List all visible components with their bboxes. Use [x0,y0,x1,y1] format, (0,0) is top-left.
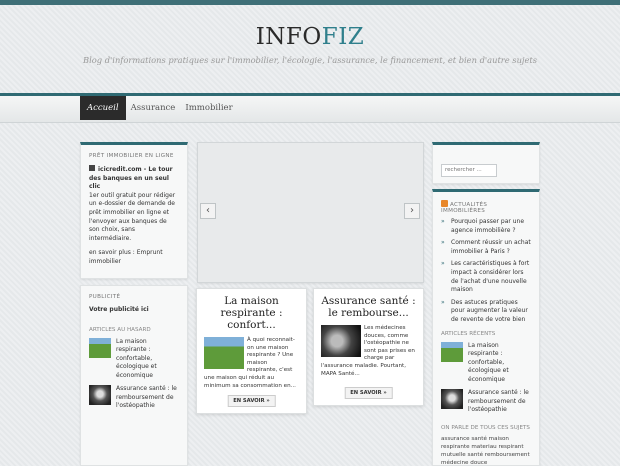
sidebar-left-lower: PUBLICITÉ Votre publicité ici ARTICLES A… [80,285,188,466]
post-image[interactable] [204,337,244,369]
post-excerpt: À quoi reconnait-on une maison respirant… [204,337,299,390]
news-item-text: Pourquoi passer par une agence immobiliè… [451,218,525,234]
news-item[interactable]: » Comment réussir un achat immobilier à P… [441,239,531,256]
article-thumbnail [89,385,111,406]
post-card: Assurance santé : le rembourse... Les mé… [313,288,424,406]
article-title: Assurance santé : le remboursement de l'… [116,385,177,410]
article-title: La maison respirante : confortable, écol… [468,341,509,383]
search-widget [432,142,540,184]
nav-item-accueil[interactable]: Accueil [80,96,126,120]
random-articles-title: ARTICLES AU HASARD [89,326,151,333]
article-thumbnail [441,341,463,362]
recent-articles-title: ARTICLES RÉCENTS [441,330,496,337]
top-accent-bar [0,0,620,5]
news-item[interactable]: » Pourquoi passer par une agence immobili… [441,218,531,235]
nav-item-assurance[interactable]: Assurance [126,96,181,120]
bullet-icon: » [441,239,445,247]
search-input[interactable] [441,163,497,177]
post-excerpt: Les médecines douces, comme l'ostéopathi… [321,325,416,378]
article-thumbnail [89,337,111,358]
random-article-1[interactable]: La maison respirante : confortable, écol… [89,337,179,381]
read-more-button[interactable]: EN SAVOIR » [344,387,393,399]
site-title[interactable]: INFOFIZ [0,24,620,50]
post-title[interactable]: Assurance santé : le rembourse... [321,295,416,319]
pret-description: 1er outil gratuit pour rédiger un e-doss… [89,191,176,242]
news-item-text: Comment réussir un achat immobilier à Pa… [451,239,531,255]
tag-cloud[interactable]: assurance santé maison respirante materi… [441,435,531,466]
post-title[interactable]: La maison respirante : confort... [204,295,299,331]
article-title: La maison respirante : confortable, écol… [116,337,157,379]
tag-cloud-title: ON PARLE DE TOUS CES SUJETS [441,424,530,431]
post-card: La maison respirante : confort... À quoi… [196,288,307,414]
featured-slider[interactable]: ‹ › [197,142,424,283]
site-title-accent: FIZ [321,24,365,50]
post-image[interactable] [321,325,361,357]
icicredit-icon [89,165,95,171]
main-nav: Accueil Assurance Immobilier [0,93,620,123]
site-title-main: INFO [255,24,322,50]
news-item[interactable]: » Des astuces pratiques pour augmenter la… [441,299,531,325]
news-item-text: Les caractéristiques à fort impact à con… [451,260,530,294]
random-article-2[interactable]: Assurance santé : le remboursement de l'… [89,385,179,411]
bullet-icon: » [441,218,445,225]
news-item[interactable]: » Les caractéristiques à fort impact à co… [441,260,531,294]
news-title: ACTUALITÉS IMMOBILIÈRES [441,200,531,214]
nav-item-immobilier[interactable]: Immobilier [180,96,237,120]
news-widget: ACTUALITÉS IMMOBILIÈRES » Pourquoi passer… [432,189,540,466]
article-thumbnail [441,389,463,410]
article-title: Assurance santé : le remboursement de l'… [468,389,529,414]
icicredit-link-text: icicredit.com - Le tour des banques en u… [89,166,173,191]
recent-article-2[interactable]: Assurance santé : le remboursement de l'… [441,389,531,415]
bullet-icon: » [441,260,445,268]
site-tagline: Blog d'informations pratiques sur l'immo… [83,55,537,65]
chevron-right-icon[interactable]: › [404,203,420,219]
pub-link[interactable]: Votre publicité ici [89,306,179,315]
widget-title: PRÊT IMMOBILIER EN LIGNE [89,153,174,159]
recent-article-1[interactable]: La maison respirante : confortable, écol… [441,341,531,385]
pret-immobilier-widget: PRÊT IMMOBILIER EN LIGNE icicredit.com -… [80,142,188,279]
read-more-button[interactable]: EN SAVOIR » [227,395,276,407]
news-item-text: Des astuces pratiques pour augmenter la … [451,298,528,323]
chevron-left-icon[interactable]: ‹ [200,203,216,219]
bullet-icon: » [441,298,445,306]
pub-title: PUBLICITÉ [89,294,121,300]
rss-icon[interactable] [441,200,448,207]
icicredit-link[interactable]: icicredit.com - Le tour des banques en u… [89,165,179,192]
emprunt-link[interactable]: en savoir plus : Emprunt immobilier [89,249,179,266]
